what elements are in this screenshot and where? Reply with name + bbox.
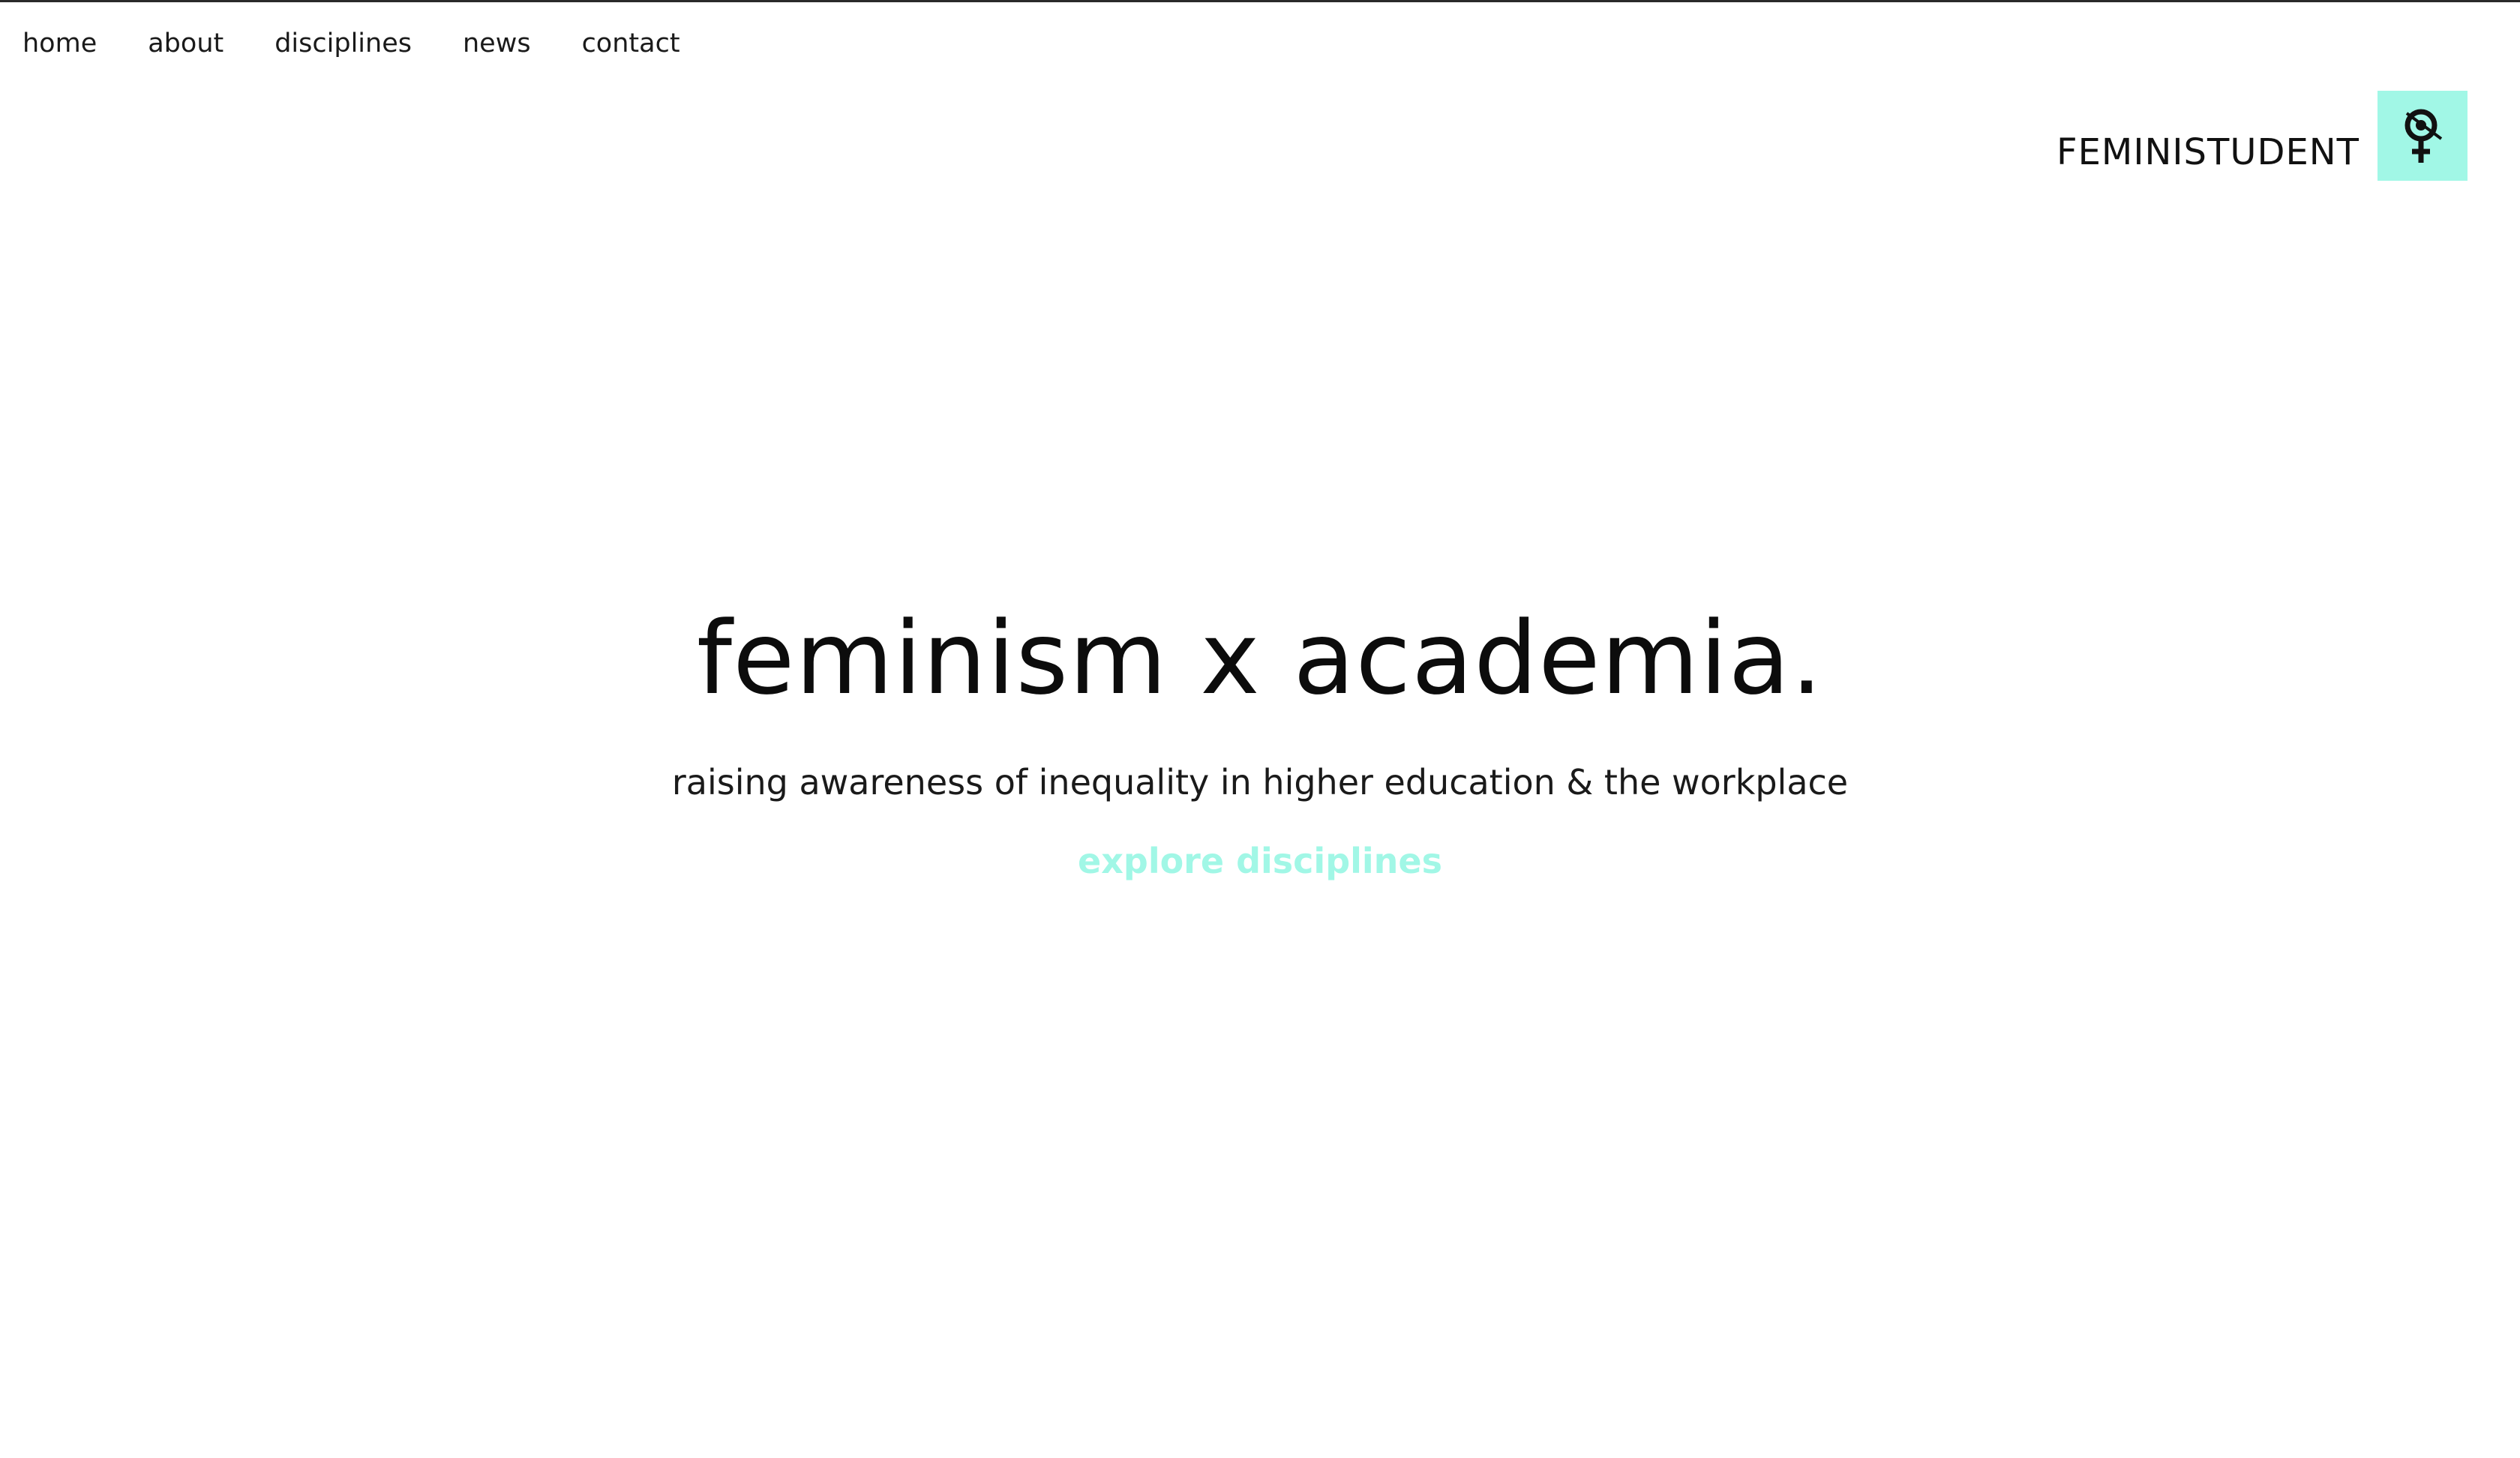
venus-symbol-icon: [2404, 109, 2443, 163]
nav-item-contact[interactable]: contact: [582, 28, 680, 58]
nav-item-home[interactable]: home: [22, 28, 97, 58]
hero-title: feminism x academia.: [696, 600, 1824, 717]
nav-item-disciplines[interactable]: disciplines: [274, 28, 412, 58]
brand-name[interactable]: FEMINISTUDENT: [2056, 131, 2360, 173]
brand-logo[interactable]: [2378, 91, 2468, 181]
brand: FEMINISTUDENT: [2056, 91, 2468, 181]
hero-subtitle: raising awareness of inequality in highe…: [671, 762, 1849, 802]
page: home about disciplines news contact FEMI…: [0, 0, 2520, 1458]
top-nav: home about disciplines news contact: [22, 25, 680, 62]
nav-item-about[interactable]: about: [148, 28, 224, 58]
hero: feminism x academia. raising awareness o…: [0, 595, 2520, 881]
nav-item-news[interactable]: news: [463, 28, 531, 58]
explore-disciplines-link[interactable]: explore disciplines: [1078, 841, 1442, 881]
